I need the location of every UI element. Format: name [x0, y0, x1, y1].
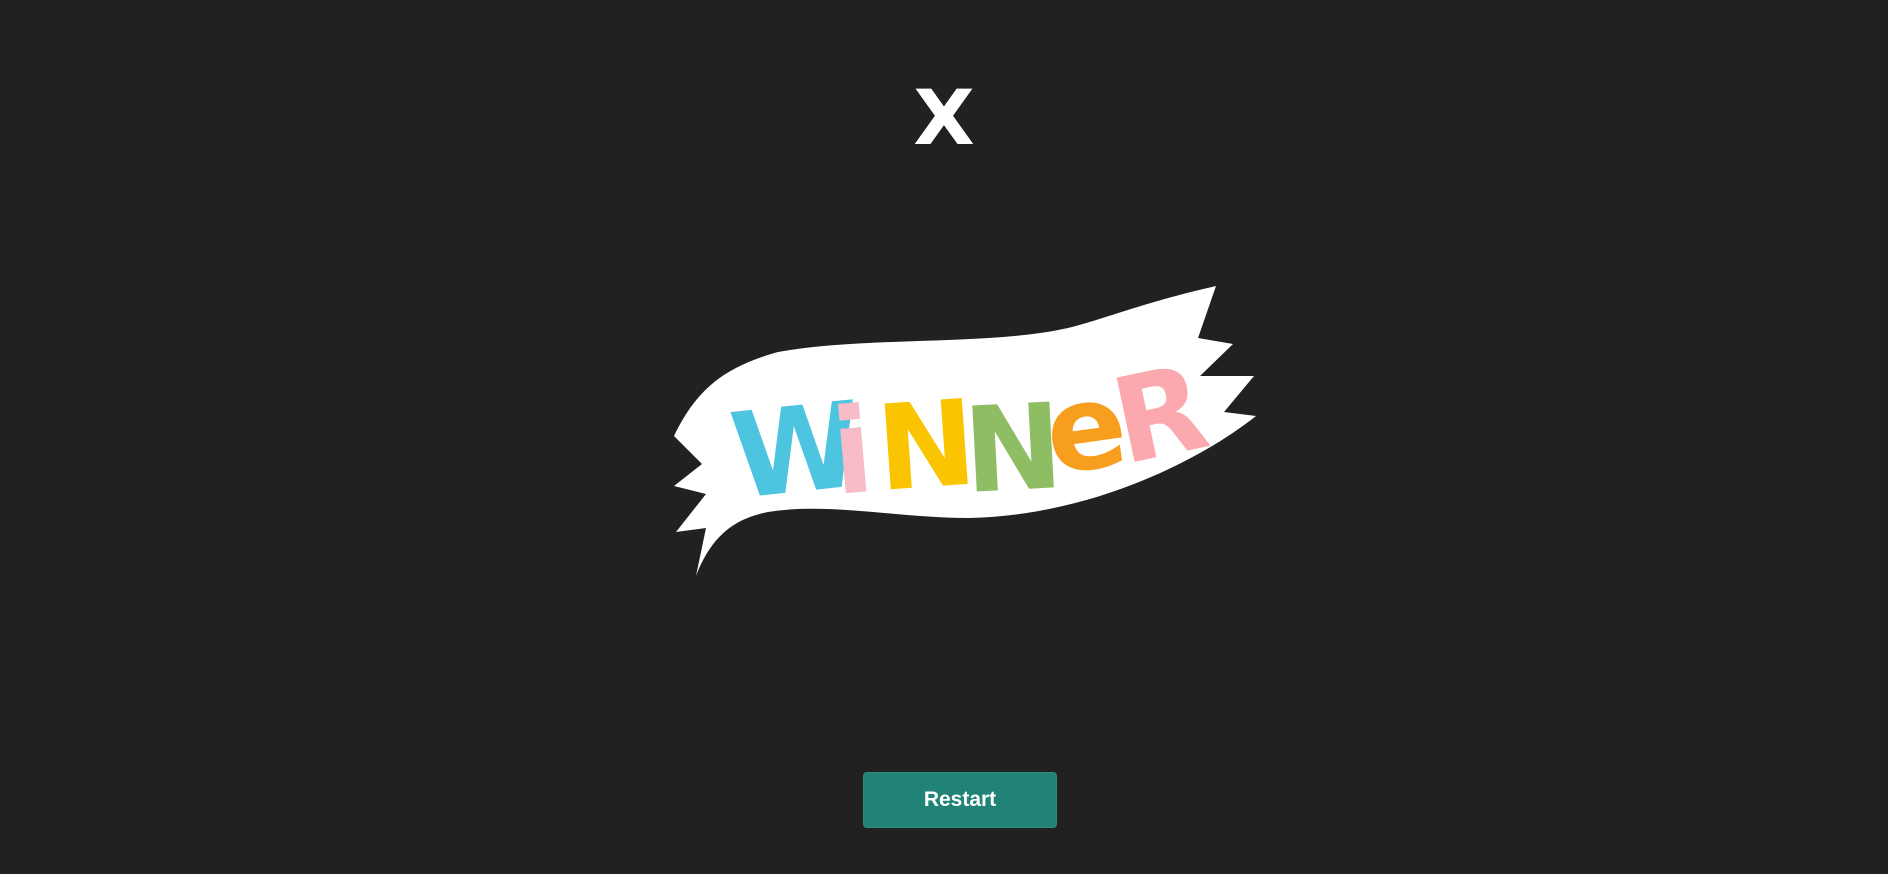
restart-button[interactable]: Restart [863, 772, 1057, 828]
winner-symbol: X [913, 73, 975, 162]
game-over-screen: X W i N N e R Restart [0, 0, 1888, 874]
winner-banner: W i N N e R [668, 286, 1258, 586]
winner-banner-graphic: W i N N e R [674, 286, 1256, 576]
